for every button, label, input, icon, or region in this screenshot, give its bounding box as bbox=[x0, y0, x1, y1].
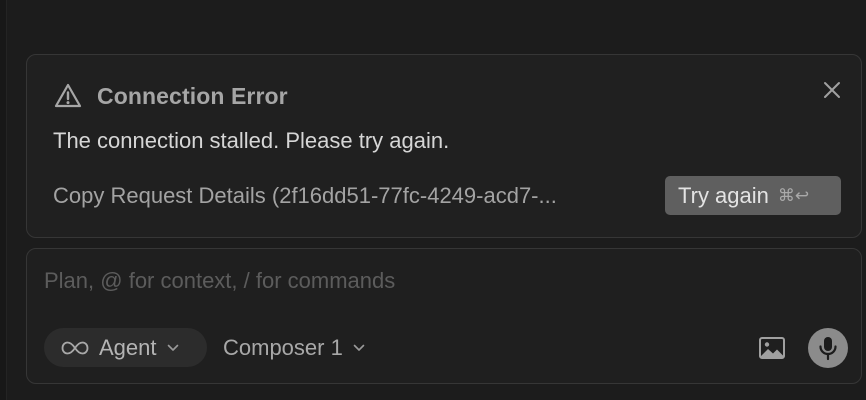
microphone-icon bbox=[819, 337, 837, 361]
mode-selector-agent[interactable]: Agent bbox=[44, 328, 207, 367]
image-icon[interactable] bbox=[758, 335, 786, 361]
copy-request-details-link[interactable]: Copy Request Details (2f16dd51-77fc-4249… bbox=[53, 183, 557, 209]
chevron-down-icon bbox=[167, 344, 178, 351]
error-message: The connection stalled. Please try again… bbox=[53, 128, 450, 153]
connection-error-card: Connection Error The connection stalled.… bbox=[26, 54, 862, 238]
try-again-label: Try again bbox=[678, 182, 769, 208]
chevron-down-icon bbox=[353, 344, 365, 351]
mode-label: Agent bbox=[99, 334, 157, 360]
model-selector[interactable]: Composer 1 bbox=[223, 328, 365, 367]
try-again-button[interactable]: Try again ⌘↩ bbox=[665, 176, 841, 215]
error-header: Connection Error bbox=[53, 81, 288, 111]
warning-triangle-icon bbox=[54, 83, 82, 108]
model-label: Composer 1 bbox=[223, 334, 343, 360]
keyboard-shortcut-hint: ⌘↩ bbox=[777, 185, 810, 206]
left-sidebar-edge bbox=[0, 0, 7, 400]
error-title: Connection Error bbox=[97, 82, 288, 109]
prompt-input[interactable] bbox=[44, 266, 824, 296]
infinity-icon bbox=[61, 341, 89, 354]
chat-composer: Agent Composer 1 bbox=[26, 248, 862, 384]
microphone-button[interactable] bbox=[808, 328, 848, 368]
close-icon[interactable] bbox=[821, 79, 843, 101]
